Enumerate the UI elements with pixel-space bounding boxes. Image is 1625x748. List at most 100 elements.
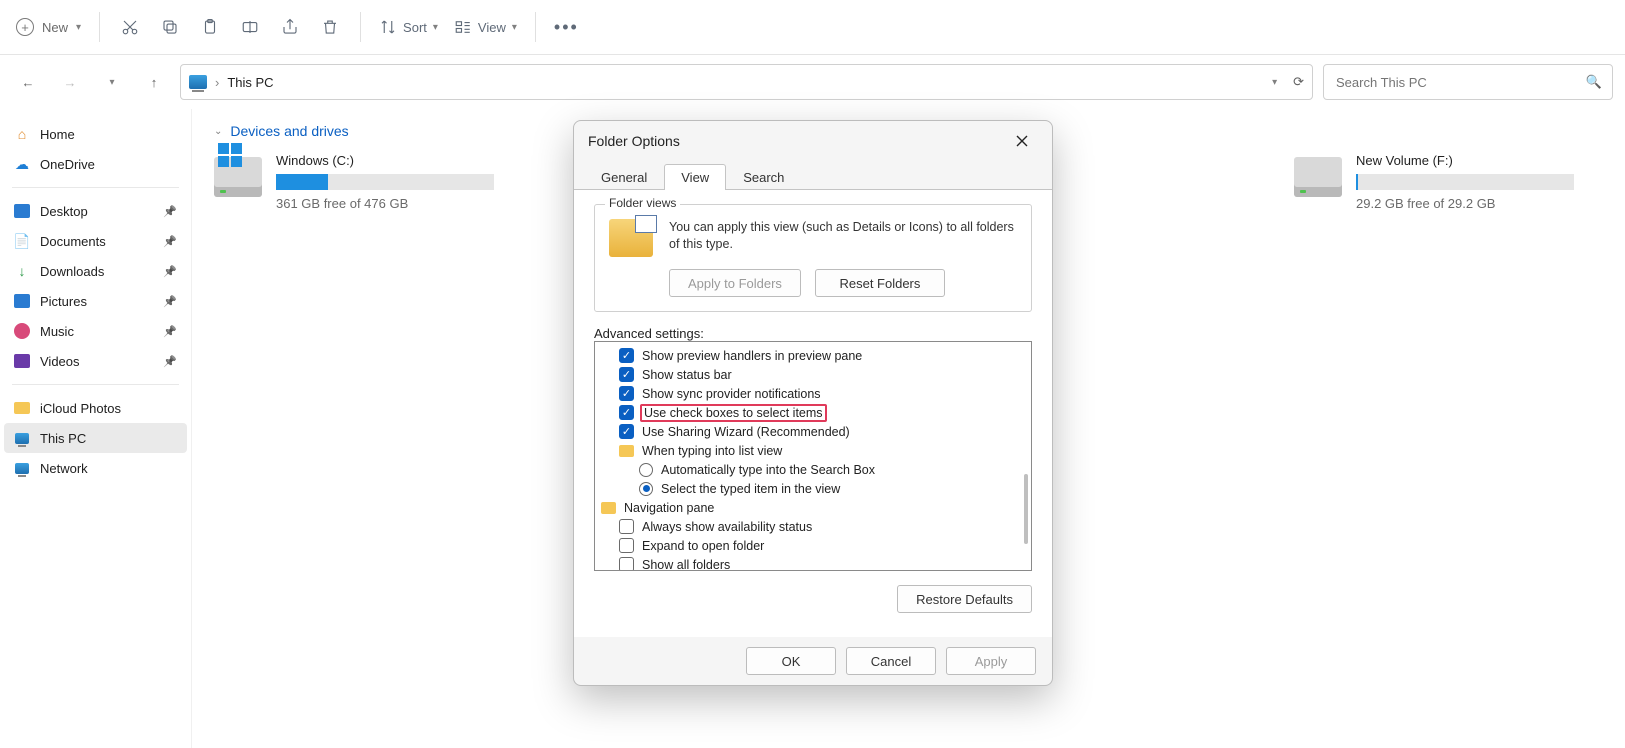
chevron-down-icon: ▾: [76, 22, 81, 33]
adv-typing-search[interactable]: Automatically type into the Search Box: [601, 460, 1025, 479]
advanced-settings-list[interactable]: ✓Show preview handlers in preview pane ✓…: [594, 341, 1032, 571]
sort-label: Sort: [403, 20, 427, 35]
search-input[interactable]: [1334, 74, 1578, 91]
search-icon[interactable]: 🔍: [1586, 74, 1602, 90]
sidebar-label: Music: [40, 324, 74, 339]
forward-button[interactable]: →: [54, 66, 86, 98]
drive-free: 29.2 GB free of 29.2 GB: [1356, 196, 1574, 211]
toolbar: + New ▾ Sort ▾ View ▾ •••: [0, 0, 1625, 55]
paste-button[interactable]: [192, 9, 228, 45]
apply-button[interactable]: Apply: [946, 647, 1036, 675]
checkbox-icon[interactable]: ✓: [619, 348, 634, 363]
dialog-titlebar: Folder Options: [574, 121, 1052, 161]
more-button[interactable]: •••: [548, 9, 585, 45]
checkbox-icon[interactable]: ✓: [619, 386, 634, 401]
checkbox-icon[interactable]: [619, 557, 634, 571]
view-button[interactable]: View ▾: [448, 9, 523, 45]
sidebar-item-network[interactable]: Network: [4, 453, 187, 483]
drive-icon: [214, 157, 262, 197]
checkbox-icon[interactable]: ✓: [619, 367, 634, 382]
recent-button[interactable]: ▾: [96, 66, 128, 98]
adv-nav-avail[interactable]: Always show availability status: [601, 517, 1025, 536]
reset-folders-button[interactable]: Reset Folders: [815, 269, 945, 297]
sidebar-item-thispc[interactable]: This PC: [4, 423, 187, 453]
tab-search[interactable]: Search: [726, 164, 801, 190]
adv-status[interactable]: ✓Show status bar: [601, 365, 1025, 384]
network-icon: [15, 463, 29, 474]
sidebar-item-desktop[interactable]: Desktop: [4, 196, 187, 226]
sidebar-label: Pictures: [40, 294, 87, 309]
sidebar-item-pictures[interactable]: Pictures: [4, 286, 187, 316]
radio-icon[interactable]: [639, 463, 653, 477]
share-button[interactable]: [272, 9, 308, 45]
videos-icon: [14, 354, 30, 368]
cancel-button[interactable]: Cancel: [846, 647, 936, 675]
apply-to-folders-button[interactable]: Apply to Folders: [669, 269, 801, 297]
sidebar-label: Videos: [40, 354, 80, 369]
sidebar-item-downloads[interactable]: ↓ Downloads: [4, 256, 187, 286]
radio-icon[interactable]: [639, 482, 653, 496]
sidebar-label: Downloads: [40, 264, 104, 279]
folder-icon: [601, 502, 616, 514]
up-button[interactable]: ↑: [138, 66, 170, 98]
tab-view[interactable]: View: [664, 164, 726, 190]
adv-nav-expand[interactable]: Expand to open folder: [601, 536, 1025, 555]
folder-views-text: You can apply this view (such as Details…: [669, 219, 1017, 253]
pc-icon: [189, 75, 207, 89]
home-icon: ⌂: [14, 126, 30, 142]
refresh-button[interactable]: ⟳: [1293, 74, 1304, 90]
folder-view-icon: [609, 219, 653, 257]
folder-icon: [14, 402, 30, 414]
breadcrumb-root[interactable]: This PC: [227, 75, 273, 90]
dialog-footer: OK Cancel Apply: [574, 637, 1052, 685]
adv-preview[interactable]: ✓Show preview handlers in preview pane: [601, 346, 1025, 365]
separator: [99, 12, 100, 42]
adv-checkboxes[interactable]: ✓ Use check boxes to select items: [601, 403, 1025, 422]
folder-views-group: Folder views You can apply this view (su…: [594, 204, 1032, 312]
restore-defaults-button[interactable]: Restore Defaults: [897, 585, 1032, 613]
sidebar-label: Desktop: [40, 204, 88, 219]
cloud-icon: ☁: [14, 156, 30, 172]
copy-button[interactable]: [152, 9, 188, 45]
address-bar[interactable]: › This PC ▾ ⟳: [180, 64, 1313, 100]
dialog-tabs: General View Search: [574, 161, 1052, 189]
adv-typing-group: When typing into list view: [601, 441, 1025, 460]
sidebar-item-home[interactable]: ⌂ Home: [4, 119, 187, 149]
new-button[interactable]: + New ▾: [10, 9, 87, 45]
sidebar-item-onedrive[interactable]: ☁ OneDrive: [4, 149, 187, 179]
checkbox-icon[interactable]: ✓: [619, 405, 634, 420]
close-button[interactable]: [1006, 125, 1038, 157]
sidebar-item-icloud[interactable]: iCloud Photos: [4, 393, 187, 423]
checkbox-icon[interactable]: [619, 519, 634, 534]
adv-nav-all[interactable]: Show all folders: [601, 555, 1025, 571]
rename-button[interactable]: [232, 9, 268, 45]
folder-icon: [619, 445, 634, 457]
adv-sync[interactable]: ✓Show sync provider notifications: [601, 384, 1025, 403]
scrollbar[interactable]: [1024, 474, 1028, 544]
delete-button[interactable]: [312, 9, 348, 45]
checkbox-icon[interactable]: [619, 538, 634, 553]
drive-item[interactable]: Windows (C:) 361 GB free of 476 GB: [214, 153, 494, 211]
drive-icon: [1294, 157, 1342, 197]
adv-typing-select[interactable]: Select the typed item in the view: [601, 479, 1025, 498]
tab-general[interactable]: General: [584, 164, 664, 190]
documents-icon: 📄: [14, 233, 30, 249]
drive-name: Windows (C:): [276, 153, 494, 168]
ok-button[interactable]: OK: [746, 647, 836, 675]
chevron-down-icon: ▾: [512, 22, 517, 33]
chevron-down-icon: ▾: [433, 22, 438, 33]
desktop-icon: [14, 204, 30, 218]
adv-sharing[interactable]: ✓Use Sharing Wizard (Recommended): [601, 422, 1025, 441]
address-history-button[interactable]: ▾: [1272, 77, 1277, 88]
back-button[interactable]: ←: [12, 66, 44, 98]
sidebar-item-documents[interactable]: 📄 Documents: [4, 226, 187, 256]
drive-item[interactable]: New Volume (F:) 29.2 GB free of 29.2 GB: [1294, 153, 1574, 211]
close-icon: [1015, 134, 1029, 148]
sort-button[interactable]: Sort ▾: [373, 9, 444, 45]
sidebar-item-videos[interactable]: Videos: [4, 346, 187, 376]
cut-button[interactable]: [112, 9, 148, 45]
search-box[interactable]: 🔍: [1323, 64, 1613, 100]
sidebar-item-music[interactable]: Music: [4, 316, 187, 346]
highlighted-option: Use check boxes to select items: [640, 404, 827, 422]
checkbox-icon[interactable]: ✓: [619, 424, 634, 439]
